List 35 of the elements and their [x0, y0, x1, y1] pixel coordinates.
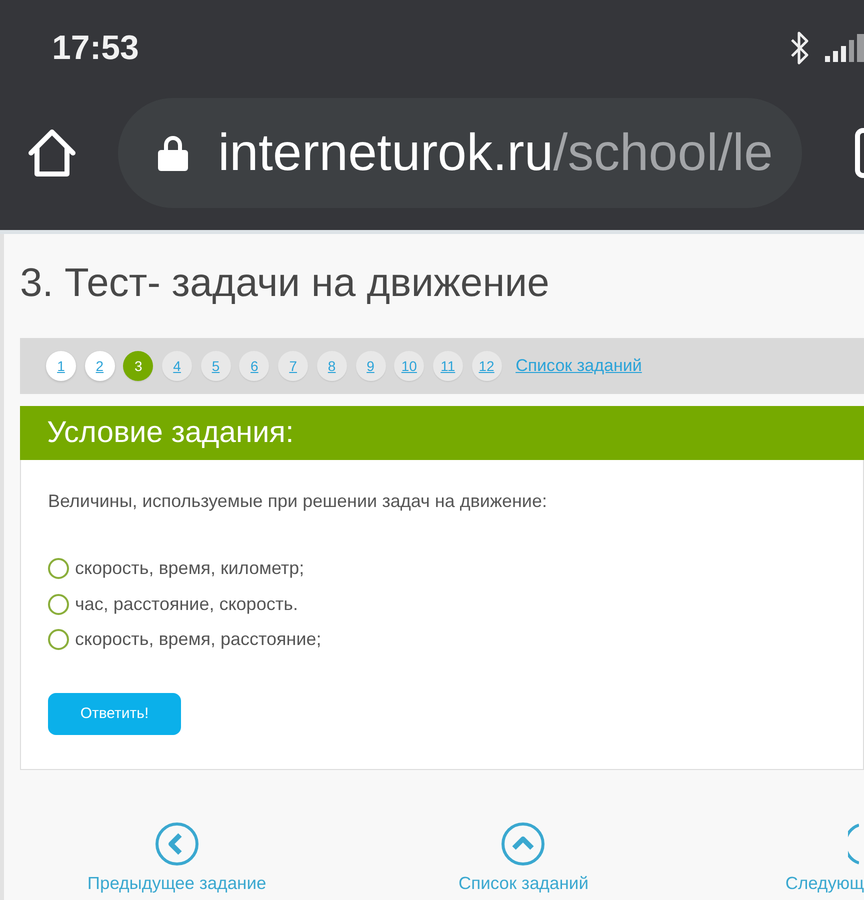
option-label[interactable]: скорость, время, километр; [75, 555, 304, 582]
page-number-link[interactable]: 2 [84, 351, 115, 381]
page-number-link[interactable]: 3 [123, 351, 154, 381]
option-label[interactable]: час, расстояние, скорость. [75, 590, 298, 618]
page-number-link[interactable]: 9 [356, 351, 386, 381]
previous-task-link[interactable]: Предыдущее задание [87, 871, 266, 895]
page-number-link[interactable]: 7 [278, 351, 308, 381]
option-label[interactable]: скорость, время, расстояние; [75, 626, 322, 653]
signal-icon [825, 34, 864, 62]
task-header-title: Условие задания: [47, 418, 294, 448]
bluetooth-icon [789, 30, 811, 64]
radio-button[interactable] [48, 629, 69, 650]
page-number-link[interactable]: 11 [432, 351, 463, 381]
page-number-link[interactable]: 5 [200, 351, 231, 381]
task-list-link[interactable]: Список заданий [516, 353, 642, 379]
url-text: interneturok.ru/school/le [218, 127, 773, 179]
page-number-link[interactable]: 4 [162, 351, 192, 381]
question-text: Величины, используемые при решении задач на движение: [48, 490, 548, 512]
next-task-link[interactable]: Следующ [785, 871, 864, 895]
page-number-link[interactable]: 12 [472, 351, 502, 381]
radio-button[interactable] [48, 594, 69, 614]
page-number-link[interactable]: 6 [239, 351, 270, 381]
address-bar[interactable]: interneturok.ru/school/le [118, 98, 802, 208]
chevron-up-circle-icon[interactable] [501, 822, 546, 866]
task-list-link[interactable]: Список заданий [458, 871, 588, 895]
lock-icon [158, 135, 188, 171]
submit-button[interactable]: Ответить! [48, 693, 181, 735]
page-number-link[interactable]: 1 [46, 351, 76, 381]
status-time: 17:53 [52, 30, 139, 64]
radio-button[interactable] [48, 558, 69, 579]
page-number-link[interactable]: 8 [316, 351, 347, 381]
page-number-link[interactable]: 10 [394, 351, 424, 381]
chevron-left-circle-icon[interactable] [154, 822, 199, 866]
page-title: 3. Тест- задачи на движение [20, 260, 550, 306]
home-icon[interactable] [27, 129, 77, 177]
